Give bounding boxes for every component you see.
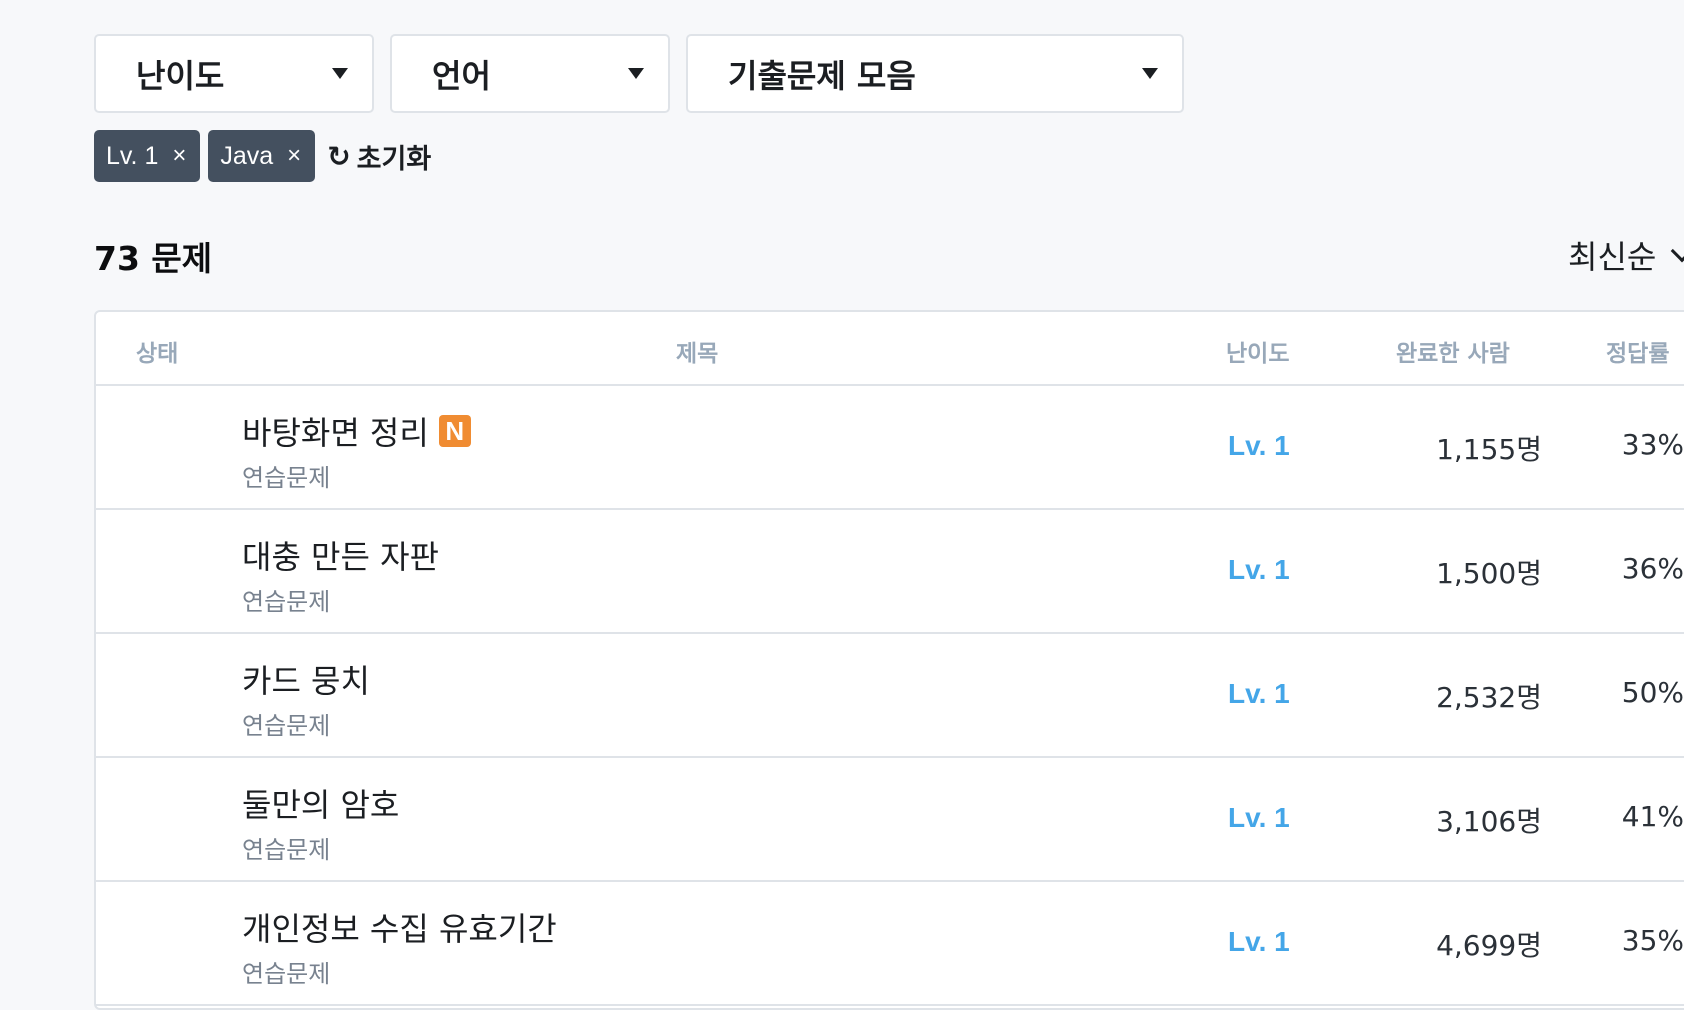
sort-dropdown[interactable]: 최신순 [1568, 232, 1684, 278]
collection-dropdown-label: 기출문제 모음 [728, 56, 916, 95]
reset-label: 초기화 [356, 143, 432, 175]
accuracy-rate: 33% [1621, 428, 1684, 461]
problem-title-text: 바탕화면 정리 [242, 414, 429, 452]
table-row[interactable]: 대충 만든 자판 연습문제 Lv. 1 1,500명 36% [96, 510, 1684, 634]
problem-title-text: 대충 만든 자판 [242, 538, 439, 576]
header-title: 제목 [676, 341, 719, 367]
filter-bar: 난이도 언어 기출문제 모음 [94, 34, 1200, 113]
close-icon[interactable]: × [172, 142, 186, 170]
completed-count: 4,699명 [1436, 929, 1542, 962]
table-header: 상태 제목 난이도 완료한 사람 정답률 [96, 312, 1684, 386]
accuracy-rate: 41% [1621, 800, 1684, 833]
difficulty-dropdown[interactable]: 난이도 [94, 34, 374, 113]
problem-title[interactable]: 대충 만든 자판 [242, 532, 439, 578]
problem-level: Lv. 1 [1228, 678, 1290, 709]
problem-title[interactable]: 카드 뭉치 [242, 656, 370, 702]
accuracy-rate: 35% [1621, 924, 1684, 957]
filter-chip-language: Java × [208, 130, 316, 182]
problem-title[interactable]: 바탕화면 정리 N [242, 408, 471, 454]
accuracy-rate: 36% [1621, 552, 1684, 585]
problem-level: Lv. 1 [1228, 802, 1290, 833]
language-dropdown[interactable]: 언어 [390, 34, 670, 113]
problem-level: Lv. 1 [1228, 926, 1290, 957]
problem-title[interactable]: 둘만의 암호 [242, 780, 399, 826]
problem-title[interactable]: 개인정보 수집 유효기간 [242, 904, 557, 950]
difficulty-dropdown-label: 난이도 [136, 56, 225, 95]
filter-chip-label: Java [220, 141, 274, 170]
filter-chip-label: Lv. 1 [106, 141, 159, 170]
caret-down-icon [1142, 68, 1158, 79]
problem-category: 연습문제 [242, 588, 331, 616]
caret-down-icon [332, 68, 348, 79]
header-completed: 완료한 사람 [1396, 341, 1510, 367]
table-row[interactable]: 카드 뭉치 연습문제 Lv. 1 2,532명 50% [96, 634, 1684, 758]
table-row[interactable]: 바탕화면 정리 N 연습문제 Lv. 1 1,155명 33% [96, 386, 1684, 510]
table-row[interactable]: 개인정보 수집 유효기간 연습문제 Lv. 1 4,699명 35% [96, 882, 1684, 1006]
sort-label: 최신순 [1568, 238, 1657, 276]
filter-chip-level: Lv. 1 × [94, 130, 201, 182]
caret-down-icon [628, 68, 644, 79]
problem-table: 상태 제목 난이도 완료한 사람 정답률 바탕화면 정리 N 연습문제 Lv. … [94, 310, 1684, 1010]
collection-dropdown[interactable]: 기출문제 모음 [686, 34, 1184, 113]
completed-count: 1,500명 [1436, 557, 1542, 590]
active-filter-chips: Lv. 1 × Java × ↻ 초기화 [94, 130, 431, 182]
close-icon[interactable]: × [287, 142, 301, 170]
problem-category: 연습문제 [242, 836, 331, 864]
completed-count: 2,532명 [1436, 681, 1542, 714]
header-status: 상태 [136, 341, 179, 367]
problem-category: 연습문제 [242, 960, 331, 988]
completed-count: 3,106명 [1436, 805, 1542, 838]
header-rate: 정답률 [1606, 341, 1670, 367]
reset-filters-button[interactable]: ↻ 초기화 [327, 137, 431, 176]
completed-count: 1,155명 [1436, 433, 1542, 466]
problem-level: Lv. 1 [1228, 430, 1290, 461]
problem-title-text: 둘만의 암호 [242, 786, 400, 824]
problem-category: 연습문제 [242, 712, 331, 740]
problem-title-text: 개인정보 수집 유효기간 [242, 910, 557, 948]
problem-level: Lv. 1 [1228, 554, 1290, 585]
new-badge: N [438, 415, 471, 447]
language-dropdown-label: 언어 [432, 56, 491, 95]
problem-title-text: 카드 뭉치 [242, 662, 370, 700]
table-row[interactable]: 둘만의 암호 연습문제 Lv. 1 3,106명 41% [96, 758, 1684, 882]
chevron-down-icon [1671, 239, 1684, 263]
refresh-icon: ↻ [327, 139, 351, 173]
problem-count: 73 문제 [94, 239, 213, 278]
accuracy-rate: 50% [1621, 676, 1684, 709]
problem-category: 연습문제 [242, 464, 331, 492]
header-level: 난이도 [1226, 341, 1290, 367]
